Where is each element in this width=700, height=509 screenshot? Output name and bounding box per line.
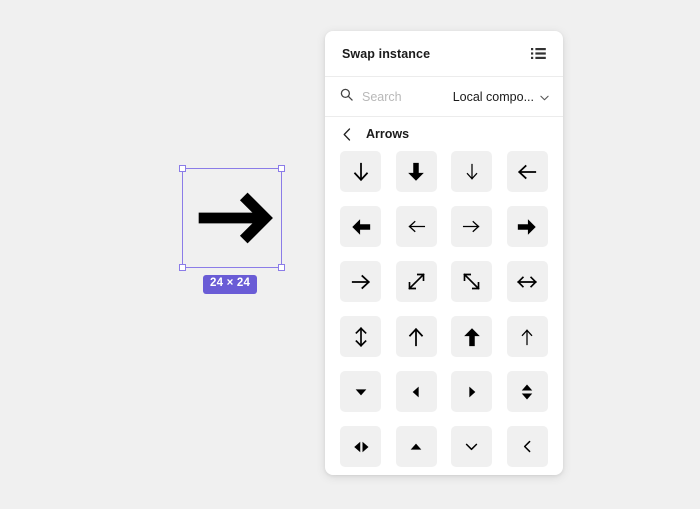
source-filter-label: Local compo... bbox=[452, 89, 534, 104]
icon-cell-arrow-down-bold[interactable] bbox=[395, 151, 437, 192]
source-filter-dropdown[interactable]: Local compo... bbox=[453, 88, 551, 106]
icon-cell-arrow-right-thin[interactable] bbox=[340, 261, 381, 302]
icon-cell-triangle-up[interactable] bbox=[395, 426, 437, 467]
resize-handle-bottom-right[interactable] bbox=[278, 264, 285, 271]
icon-cell-triangle-left[interactable] bbox=[395, 371, 437, 412]
icon-cell-arrow-down-light[interactable] bbox=[451, 151, 493, 192]
icon-cell-arrow-up-down[interactable] bbox=[340, 316, 381, 357]
panel-search-row: Local compo... bbox=[325, 77, 563, 117]
icon-cell-arrow-collapse-diagonal[interactable] bbox=[451, 261, 493, 302]
icon-cell-arrow-down-thin[interactable] bbox=[340, 151, 381, 192]
icon-cell-sort-triangles-vertical[interactable] bbox=[506, 371, 548, 412]
canvas-arrow-right-icon[interactable] bbox=[183, 169, 281, 267]
icon-cell-chevron-left[interactable] bbox=[506, 426, 548, 467]
icon-grid bbox=[340, 151, 548, 467]
icon-cell-arrow-up-thin[interactable] bbox=[395, 316, 437, 357]
icon-cell-arrow-left-thin[interactable] bbox=[506, 151, 548, 192]
swap-instance-panel: Swap instance Local compo... bbox=[325, 31, 563, 475]
search-field-wrapper[interactable] bbox=[340, 88, 453, 106]
icon-cell-chevron-down[interactable] bbox=[451, 426, 493, 467]
icon-cell-triangle-right[interactable] bbox=[451, 371, 493, 412]
resize-handle-bottom-left[interactable] bbox=[179, 264, 186, 271]
breadcrumb-label: Arrows bbox=[366, 127, 410, 141]
icon-cell-arrow-right-bold[interactable] bbox=[506, 206, 548, 247]
icon-cell-arrow-left-right[interactable] bbox=[506, 261, 548, 302]
resize-handle-top-right[interactable] bbox=[278, 165, 285, 172]
icon-cell-sort-triangles-horizontal[interactable] bbox=[340, 426, 381, 467]
panel-title: Swap instance bbox=[342, 46, 431, 61]
selection-size-badge: 24 × 24 bbox=[203, 275, 258, 294]
panel-header: Swap instance bbox=[325, 31, 563, 77]
icon-cell-arrow-left-light[interactable] bbox=[395, 206, 437, 247]
icon-cell-arrow-expand-diagonal[interactable] bbox=[395, 261, 437, 302]
canvas-area[interactable]: 24 × 24 bbox=[0, 0, 325, 509]
icon-cell-arrow-up-light[interactable] bbox=[506, 316, 548, 357]
icon-grid-scroll[interactable] bbox=[325, 151, 563, 475]
search-input[interactable] bbox=[362, 89, 453, 104]
selection-frame[interactable] bbox=[179, 165, 285, 271]
search-icon bbox=[340, 88, 353, 106]
chevron-down-icon bbox=[540, 88, 549, 106]
list-view-icon[interactable] bbox=[526, 42, 550, 66]
resize-handle-top-left[interactable] bbox=[179, 165, 186, 172]
icon-cell-arrow-right-light[interactable] bbox=[451, 206, 493, 247]
breadcrumb: Arrows bbox=[325, 117, 563, 151]
icon-cell-triangle-down[interactable] bbox=[340, 371, 381, 412]
icon-cell-arrow-up-bold[interactable] bbox=[451, 316, 493, 357]
icon-cell-arrow-left-bold[interactable] bbox=[340, 206, 381, 247]
chevron-left-icon[interactable] bbox=[340, 126, 354, 142]
